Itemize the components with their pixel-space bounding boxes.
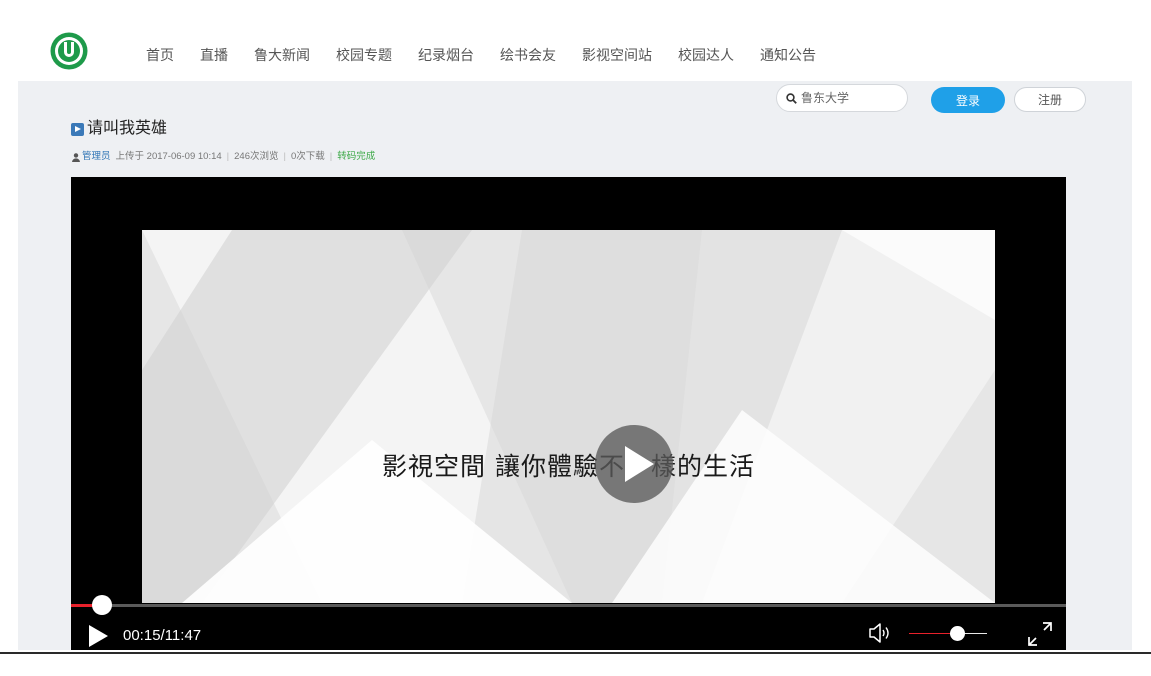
transcode-status: 转码完成	[337, 151, 376, 162]
video-player[interactable]: 影視空間 讓你體驗不一樣的生活 00:15/11:47	[71, 177, 1066, 650]
video-meta: 管理员 上传于 2017-06-09 10:14 | 246次浏览 | 0次下载…	[72, 151, 375, 163]
logo-icon[interactable]	[50, 32, 88, 70]
nav-item-campus-topics[interactable]: 校园专题	[336, 46, 392, 64]
nav-item-film-space[interactable]: 影视空间站	[582, 46, 652, 64]
fullscreen-icon[interactable]	[1026, 620, 1054, 648]
user-icon	[72, 152, 80, 162]
meta-divider: |	[283, 151, 286, 162]
volume-slider[interactable]	[909, 626, 987, 641]
nav-item-documentary-yantai[interactable]: 纪录烟台	[418, 46, 474, 64]
view-count: 246次浏览	[234, 151, 279, 162]
meta-divider: |	[226, 151, 230, 162]
meta-divider: |	[329, 151, 333, 162]
volume-handle[interactable]	[950, 626, 966, 641]
progress-bar[interactable]	[71, 595, 1066, 615]
page-bottom-divider	[0, 652, 1151, 654]
nav-item-book-club[interactable]: 绘书会友	[500, 46, 556, 64]
top-navbar	[18, 27, 1132, 81]
play-icon[interactable]	[89, 625, 108, 647]
nav-item-campus-stars[interactable]: 校园达人	[678, 46, 734, 64]
time-display: 00:15/11:47	[123, 627, 202, 644]
uploader-link[interactable]: 管理员	[82, 151, 111, 163]
download-count: 0次下载	[290, 151, 325, 162]
video-icon	[71, 123, 84, 136]
video-background	[142, 230, 995, 603]
search-icon[interactable]	[786, 92, 797, 104]
upload-time: 上传于 2017-06-09 10:14	[115, 151, 222, 162]
register-button[interactable]: 注册	[1014, 87, 1086, 112]
nav-item-live[interactable]: 直播	[200, 46, 228, 64]
video-title: 请叫我英雄	[87, 120, 168, 137]
search-box[interactable]	[776, 84, 908, 112]
nav-item-news[interactable]: 鲁大新闻	[254, 46, 310, 64]
video-caption: 影視空間 讓你體驗不一樣的生活	[382, 452, 755, 481]
volume-icon[interactable]	[868, 622, 894, 644]
login-button[interactable]: 登录	[931, 87, 1005, 113]
nav-item-notices[interactable]: 通知公告	[760, 46, 816, 64]
video-frame[interactable]: 影視空間 讓你體驗不一樣的生活	[142, 230, 995, 603]
progress-handle[interactable]	[91, 595, 112, 615]
nav-item-home[interactable]: 首页	[146, 46, 174, 64]
search-input[interactable]	[801, 91, 901, 105]
big-play-button[interactable]	[595, 425, 673, 503]
